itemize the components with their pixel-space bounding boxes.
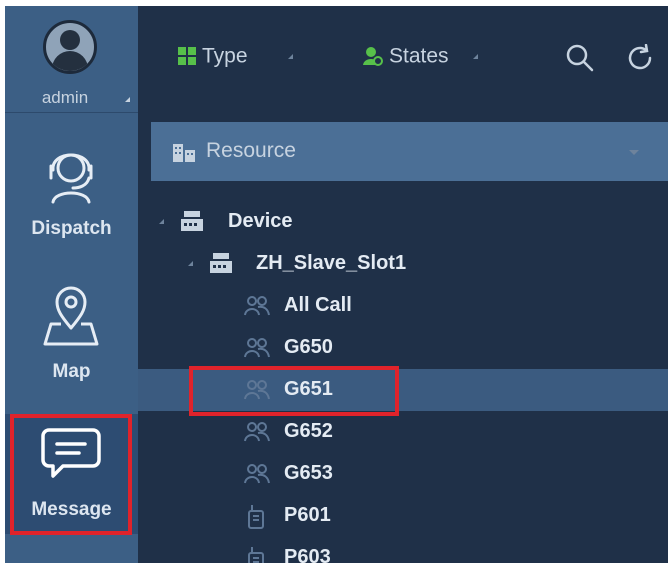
group-icon <box>244 464 270 484</box>
headset-icon <box>49 153 93 204</box>
toolbar: Type States <box>138 6 668 112</box>
group-call-icon <box>244 296 270 316</box>
tree-item-label: G651 <box>284 378 333 400</box>
type-filter-dropdown[interactable]: Type <box>178 44 293 68</box>
tree-item-all-call[interactable]: All Call <box>138 285 668 327</box>
user-status-icon <box>363 47 383 67</box>
tree-item-label: G652 <box>284 420 333 442</box>
sidebar-item-label: Map <box>52 361 91 382</box>
group-icon <box>244 380 270 400</box>
user-dropdown-caret-icon <box>125 97 130 102</box>
chat-bubble-icon <box>41 428 101 478</box>
states-filter-dropdown[interactable]: States <box>363 44 478 68</box>
avatar <box>43 20 97 74</box>
resource-dropdown[interactable]: Resource <box>151 122 668 181</box>
group-icon <box>244 422 270 442</box>
radio-icon <box>248 505 264 529</box>
sidebar-item-message[interactable]: Message <box>5 414 138 534</box>
building-icon <box>173 144 195 162</box>
tree-item-label: P601 <box>284 504 331 526</box>
tree-item-label: G653 <box>284 462 333 484</box>
tree-item-group[interactable]: G650 <box>138 327 668 369</box>
tree-node-label: Device <box>228 210 293 232</box>
tree-item-radio[interactable]: P601 <box>138 495 668 537</box>
user-menu[interactable]: admin <box>5 6 138 113</box>
resource-label: Resource <box>206 139 296 162</box>
tree-item-label: G650 <box>284 336 333 358</box>
sidebar-item-map[interactable]: Map <box>5 276 138 396</box>
expand-toggle-icon[interactable] <box>159 219 164 224</box>
refresh-icon[interactable] <box>626 44 654 72</box>
map-pin-icon <box>43 286 99 346</box>
states-filter-label: States <box>389 44 449 68</box>
dispatch-app: admin Dispatch Map Message Type States R… <box>5 6 668 563</box>
tree-item-radio[interactable]: P603 <box>138 537 668 563</box>
dropdown-caret-icon <box>287 53 293 59</box>
radio-icon <box>248 547 264 563</box>
sidebar-item-label: Message <box>31 499 112 520</box>
tree-item-label: P603 <box>284 546 331 563</box>
tree-node-label: ZH_Slave_Slot1 <box>256 252 407 274</box>
group-icon <box>244 338 270 358</box>
search-icon[interactable] <box>566 44 594 72</box>
type-filter-label: Type <box>202 44 248 68</box>
sidebar-item-dispatch[interactable]: Dispatch <box>5 132 138 256</box>
device-icon <box>210 253 232 273</box>
tree-item-label: All Call <box>284 294 352 316</box>
tree-item-group[interactable]: G652 <box>138 411 668 453</box>
tree-node-device[interactable]: Device <box>138 201 668 243</box>
expand-toggle-icon[interactable] <box>188 261 193 266</box>
tree-item-group-selected[interactable]: G651 <box>138 369 668 411</box>
sidebar: admin Dispatch Map Message <box>5 6 138 563</box>
sidebar-item-label: Dispatch <box>31 218 112 239</box>
dropdown-caret-icon <box>472 53 478 59</box>
username-label: admin <box>41 88 89 107</box>
device-tree: Device ZH_Slave_Slot1 All Call G650 G651… <box>138 196 668 563</box>
grid-icon <box>178 47 196 66</box>
tree-item-group[interactable]: G653 <box>138 453 668 495</box>
device-icon <box>181 211 203 231</box>
tree-node-slot[interactable]: ZH_Slave_Slot1 <box>138 243 668 285</box>
chevron-down-icon <box>629 150 639 155</box>
